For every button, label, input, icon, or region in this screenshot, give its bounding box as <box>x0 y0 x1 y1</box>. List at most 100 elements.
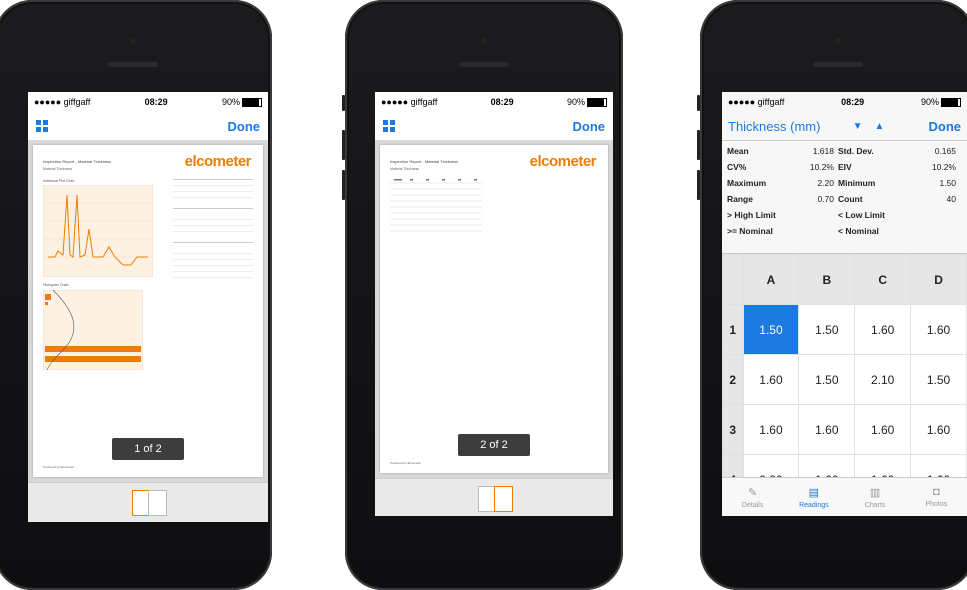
stat-label: < Low Limit <box>838 210 885 220</box>
summary-table <box>173 179 253 283</box>
carrier-label: ●●●●● giffgaff <box>34 97 91 107</box>
camera-dot <box>130 38 136 44</box>
done-button[interactable]: Done <box>573 119 606 134</box>
tab-label: Charts <box>864 501 886 509</box>
screen-3: ●●●●● giffgaff 08:29 90% Thickness (mm) … <box>722 92 967 516</box>
stat-label: > High Limit <box>727 210 776 220</box>
thumbnail-page-2[interactable] <box>148 490 167 516</box>
reading-cell[interactable]: 1.60 <box>854 404 912 455</box>
nav-title[interactable]: Thickness (mm) <box>728 119 820 134</box>
stat-value: 40 <box>946 194 956 204</box>
column-header: D <box>910 254 967 305</box>
sort-arrows-icon[interactable]: ▼▲ <box>853 121 897 132</box>
document-viewer[interactable]: Inspection Report - Material Thickness M… <box>375 140 613 478</box>
reading-cell[interactable]: 2.10 <box>854 354 912 405</box>
report-title: Inspection Report - Material Thickness <box>43 159 112 164</box>
reading-cell[interactable]: 1.60 <box>910 404 967 455</box>
reading-cell[interactable]: 1.50 <box>798 304 856 355</box>
grid-icon[interactable] <box>36 120 48 132</box>
report-page: Inspection Report - Material Thickness M… <box>33 145 263 477</box>
carrier-label: ●●●●● giffgaff <box>728 97 785 107</box>
reading-cell[interactable]: 1.50 <box>798 354 856 405</box>
stat-label: < Nominal <box>838 226 879 236</box>
thumbnail-strip[interactable] <box>28 482 268 522</box>
earpiece <box>459 62 509 67</box>
clock: 08:29 <box>841 97 865 107</box>
tab-bar: ✎ Details ▤ Readings ▥ Charts ◘ Photos <box>722 477 967 516</box>
document-viewer[interactable]: Inspection Report - Material Thickness M… <box>28 140 268 482</box>
stat-label: Std. Dev. <box>838 146 874 156</box>
column-header: B <box>798 254 856 305</box>
stat-label: >= Nominal <box>727 226 773 236</box>
stat-label: Count <box>838 194 863 204</box>
reading-cell[interactable]: 1.60 <box>910 304 967 355</box>
thumbnail-strip[interactable] <box>375 478 613 516</box>
reading-cell[interactable]: 1.50 <box>742 304 800 355</box>
reading-cell[interactable]: 1.60 <box>742 404 800 455</box>
readings-icon: ▤ <box>808 486 820 499</box>
phone-2: ●●●●● giffgaff 08:29 90% Done Inspection… <box>342 0 623 590</box>
report-subtitle: Material Thickness <box>390 167 420 171</box>
tab-charts[interactable]: ▥ Charts <box>845 478 906 516</box>
battery-icon <box>586 98 607 108</box>
stat-value: 1.50 <box>939 178 956 188</box>
tab-label: Details <box>741 501 764 509</box>
page-indicator: 1 of 2 <box>112 438 184 460</box>
tab-label: Readings <box>799 501 829 509</box>
stats-row: > High Limit < Low Limit <box>727 207 962 223</box>
clock: 08:29 <box>490 97 514 107</box>
done-button[interactable]: Done <box>228 119 261 134</box>
stats-row: CV% 10.2% EIV 10.2% <box>727 159 962 175</box>
report-footer: Produced by Elcometer <box>390 461 422 465</box>
thumbnail-page-2[interactable] <box>494 486 513 512</box>
tab-photos[interactable]: ◘ Photos <box>906 478 967 516</box>
elcometer-logo: elcometer <box>529 153 597 170</box>
page-indicator: 2 of 2 <box>458 434 530 456</box>
done-button[interactable]: Done <box>929 119 962 134</box>
column-header: A <box>742 254 800 305</box>
phone-3: ●●●●● giffgaff 08:29 90% Thickness (mm) … <box>697 0 967 590</box>
status-bar: ●●●●● giffgaff 08:29 90% <box>28 92 268 112</box>
battery-indicator: 90% <box>920 96 961 108</box>
carrier-label: ●●●●● giffgaff <box>381 97 438 107</box>
reading-cell[interactable]: 1.60 <box>742 354 800 405</box>
row-header: 2 <box>722 354 744 405</box>
chart-icon: ▥ <box>869 486 881 499</box>
stat-label: Mean <box>727 146 749 156</box>
earpiece <box>108 62 158 67</box>
histogram-chart <box>43 290 143 370</box>
clock: 08:29 <box>144 97 168 107</box>
battery-icon <box>940 98 961 108</box>
tab-details[interactable]: ✎ Details <box>722 478 783 516</box>
corner-cell <box>722 254 744 305</box>
pencil-icon: ✎ <box>748 486 758 499</box>
tab-readings[interactable]: ▤ Readings <box>783 478 844 516</box>
battery-label: 90% <box>920 96 939 107</box>
stats-row: Maximum 2.20 Minimum 1.50 <box>727 175 962 191</box>
stat-value: 0.70 <box>817 194 834 204</box>
report-title: Inspection Report - Material Thickness <box>390 159 459 164</box>
report-footer: Produced by Elcometer <box>43 465 75 469</box>
reading-cell[interactable]: 1.60 <box>854 304 912 355</box>
column-header: C <box>854 254 912 305</box>
chart1-title: Individual Plot Chart <box>43 179 75 183</box>
status-bar: ●●●●● giffgaff 08:29 90% <box>722 92 967 112</box>
reading-cell[interactable]: 1.60 <box>798 404 856 455</box>
screen-2: ●●●●● giffgaff 08:29 90% Done Inspection… <box>375 92 613 516</box>
elcometer-logo: elcometer <box>184 153 252 170</box>
stat-label: Minimum <box>838 178 876 188</box>
stat-label: EIV <box>838 162 852 172</box>
battery-label: 90% <box>566 96 585 107</box>
nav-bar: Done <box>375 112 613 140</box>
row-header: 1 <box>722 304 744 355</box>
stat-value: 10.2% <box>931 162 956 172</box>
chart2-title: Histogram Chart <box>43 283 69 287</box>
phone-1: ●●●●● giffgaff 08:29 90% Done Inspection… <box>0 0 272 590</box>
individual-plot-chart <box>43 185 153 277</box>
battery-indicator: 90% <box>566 96 607 108</box>
statistics-panel: Mean 1.618 Std. Dev. 0.165 CV% 10.2% EIV… <box>722 141 967 254</box>
nav-bar: Thickness (mm) ▼▲ Done <box>722 112 967 141</box>
grid-icon[interactable] <box>383 120 395 132</box>
battery-label: 90% <box>221 96 240 107</box>
reading-cell[interactable]: 1.50 <box>910 354 967 405</box>
